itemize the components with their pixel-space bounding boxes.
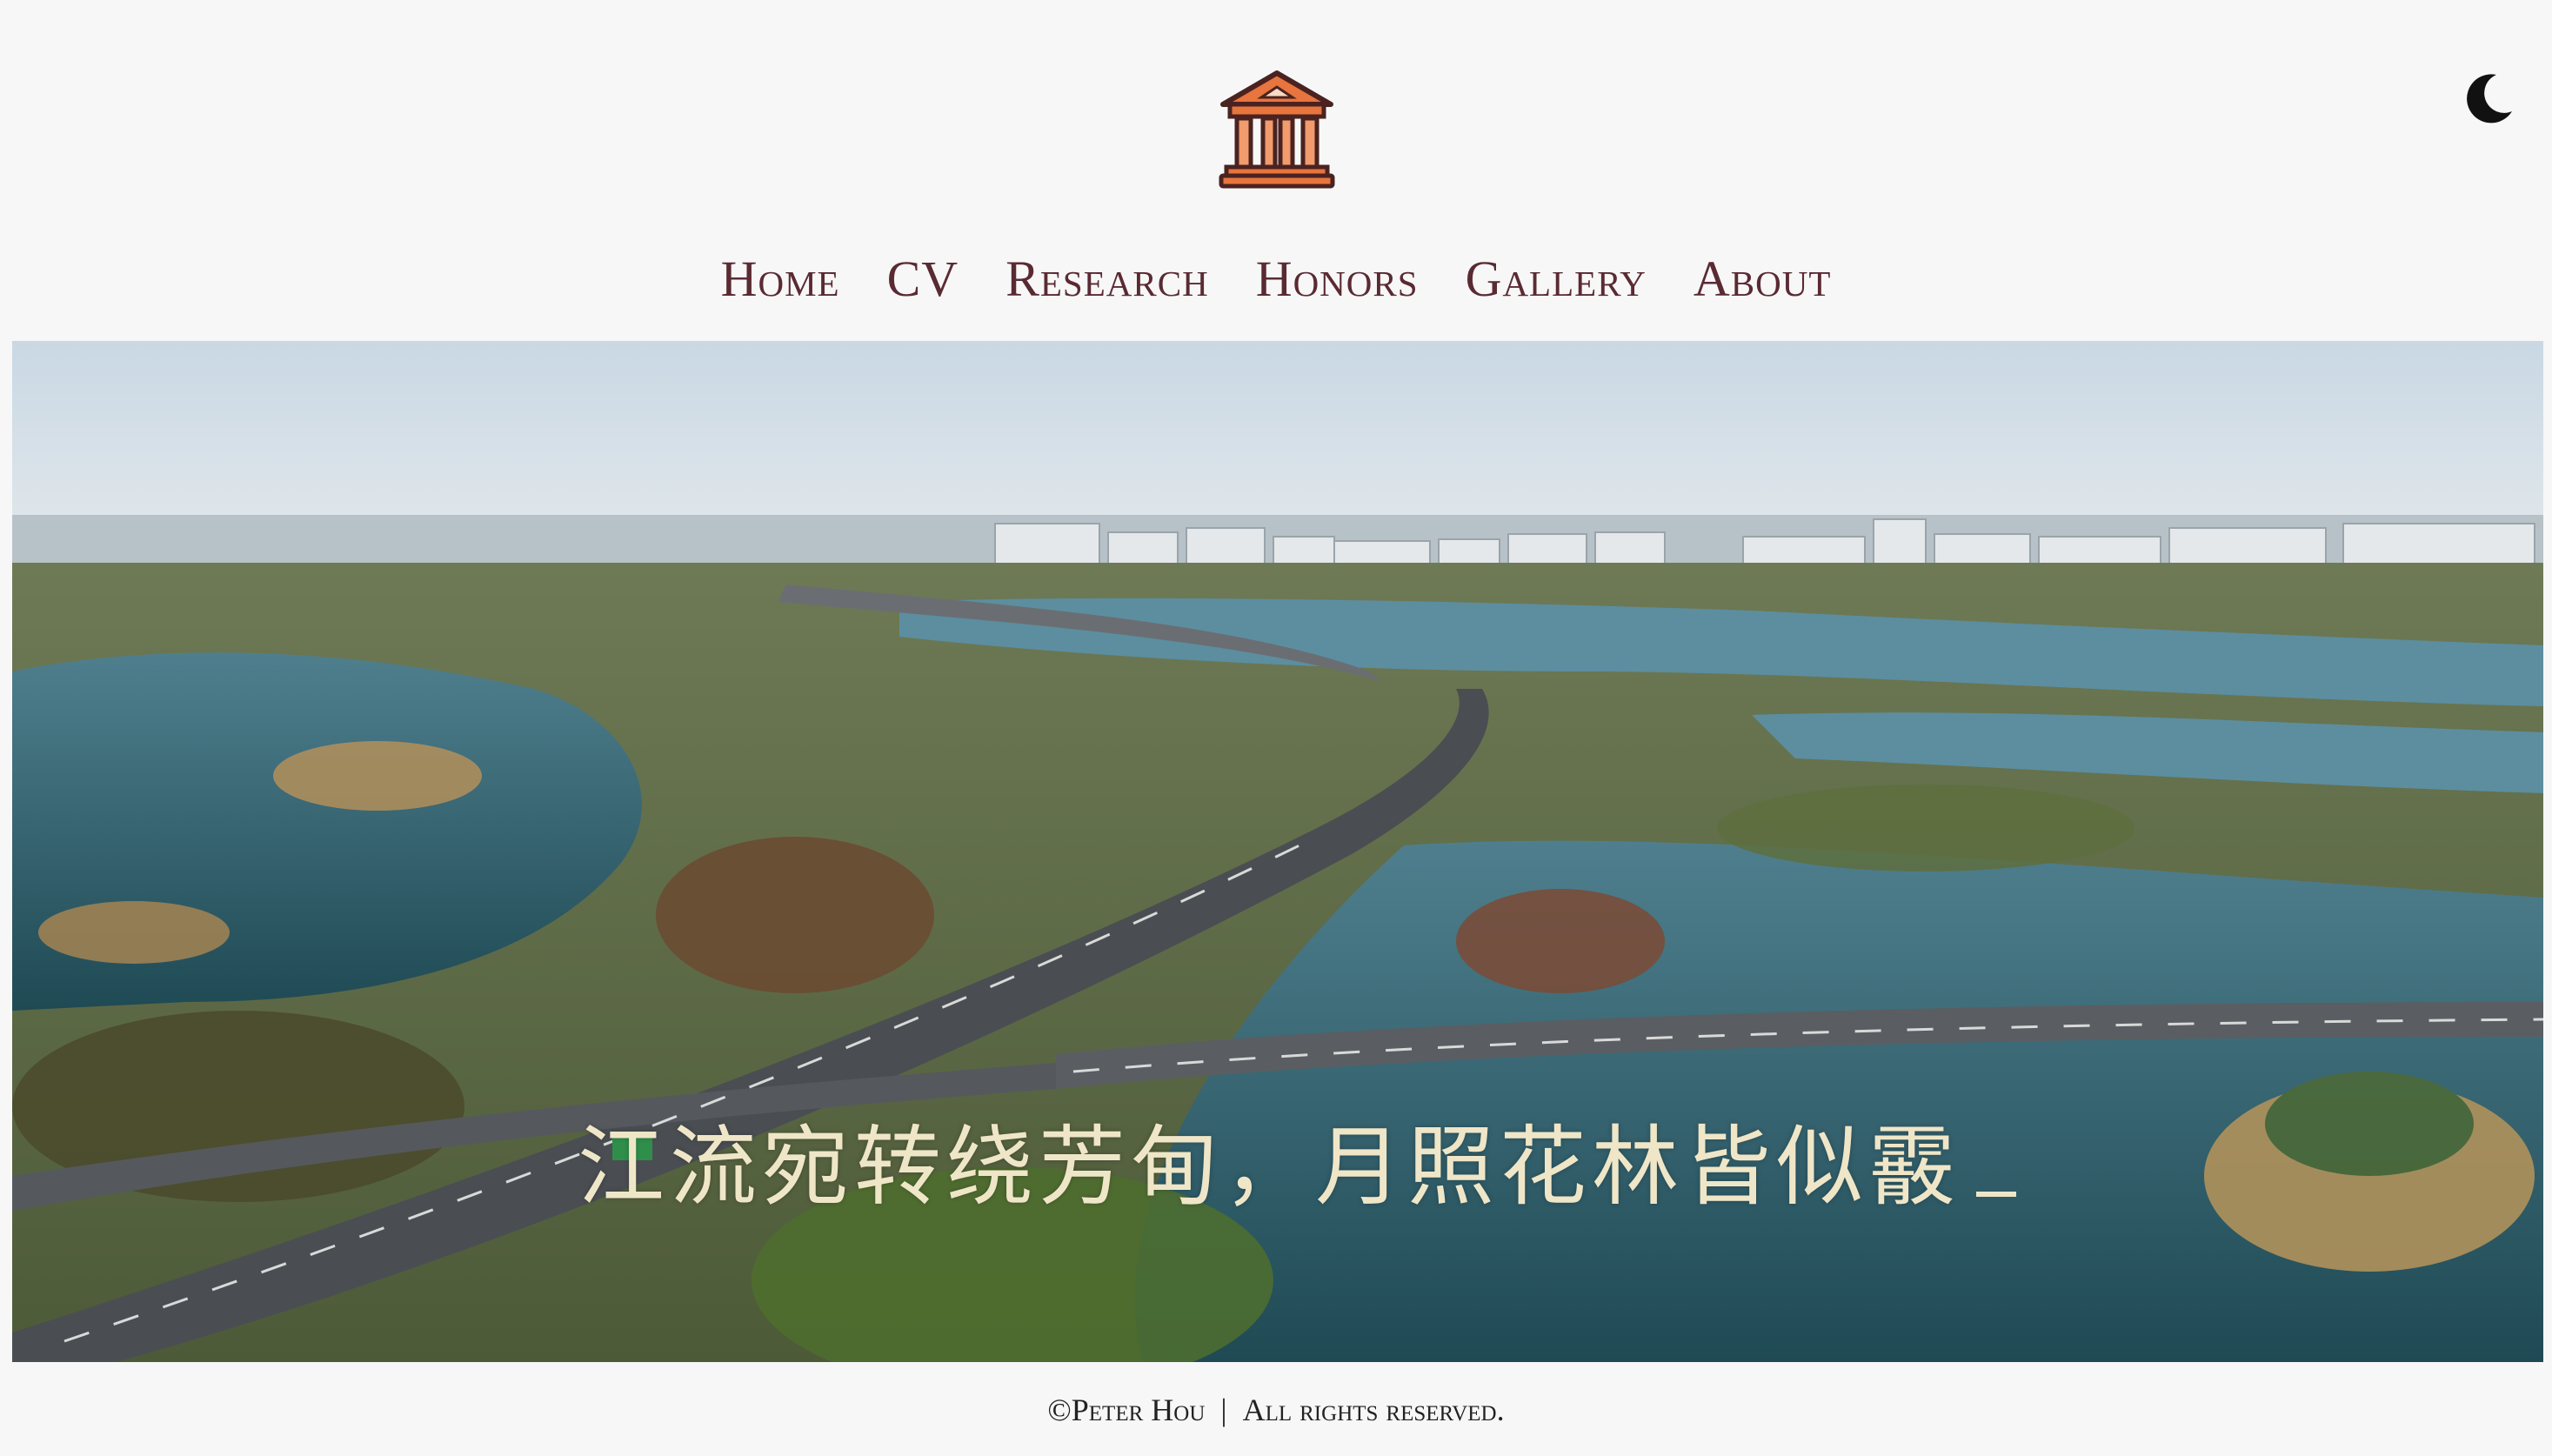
nav-home-link[interactable]: Home <box>721 250 840 308</box>
page: Home CV Research Honors Gallery About 江流… <box>0 0 2552 1456</box>
hero-banner: 江流宛转绕芳甸，月照花林皆似霰 <box>12 341 2543 1362</box>
museum-temple-icon[interactable] <box>1218 68 1336 190</box>
footer-copyright: ©Peter Hou <box>1047 1393 1206 1427</box>
nav-gallery-link[interactable]: Gallery <box>1466 250 1647 308</box>
typing-cursor <box>1976 1192 2016 1197</box>
hero-poem-line: 江流宛转绕芳甸，月照花林皆似霰 <box>578 1116 1961 1218</box>
nav-research-link[interactable]: Research <box>1005 250 1209 308</box>
footer-separator: | <box>1220 1393 1227 1427</box>
nav-honors-link[interactable]: Honors <box>1256 250 1419 308</box>
moon-icon[interactable] <box>2462 70 2517 125</box>
hero-poem-text: 江流宛转绕芳甸，月照花林皆似霰 <box>12 1096 2543 1222</box>
site-footer: ©Peter Hou | All rights reserved. <box>0 1392 2552 1428</box>
nav-about-link[interactable]: About <box>1694 250 1832 308</box>
footer-rights: All rights reserved. <box>1242 1393 1505 1427</box>
nav-cv-link[interactable]: CV <box>887 250 959 308</box>
main-nav: Home CV Research Honors Gallery About <box>0 244 2552 313</box>
